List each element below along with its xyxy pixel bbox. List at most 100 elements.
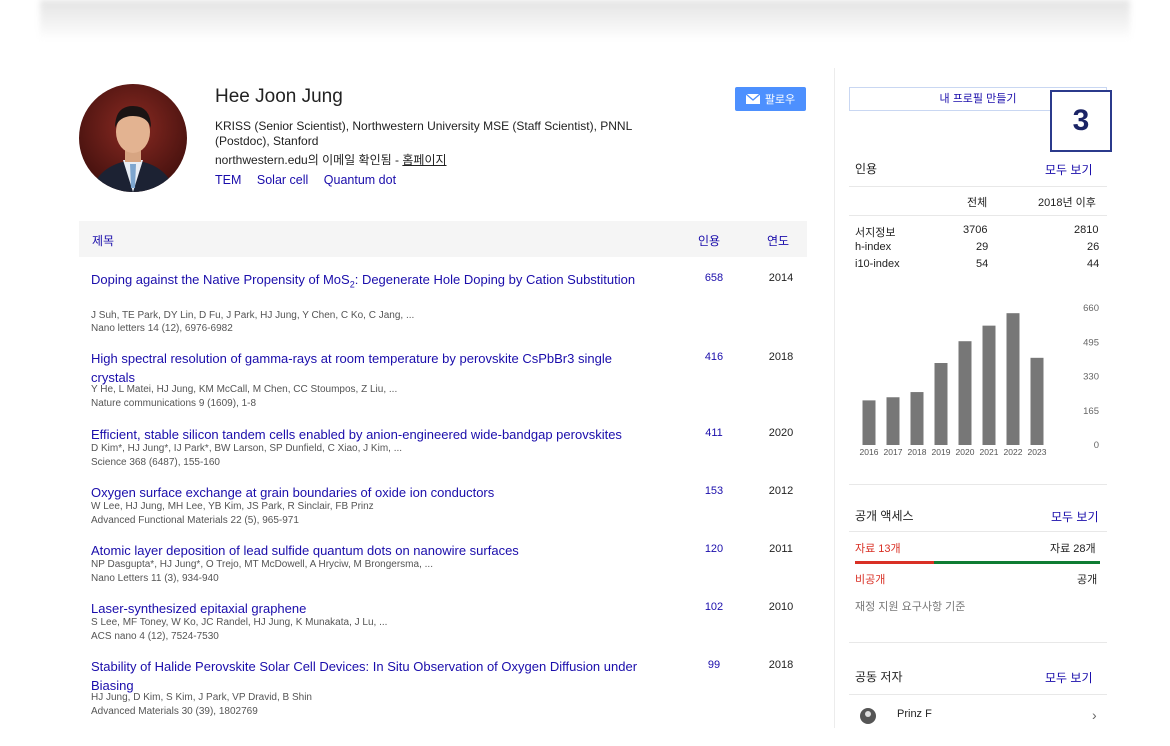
- x-tick-label: 2017: [884, 447, 903, 457]
- y-tick-label: 495: [1083, 337, 1099, 348]
- coauthor-item[interactable]: Prinz F ›: [855, 705, 1105, 725]
- blurred-top-banner: [40, 0, 1130, 40]
- divider: [849, 186, 1107, 187]
- sidebar-divider: [834, 68, 835, 728]
- oa-available-count: 자료 28개: [1050, 543, 1096, 555]
- follow-button[interactable]: 팔로우: [735, 87, 806, 111]
- verified-email: northwestern.edu의 이메일 확인됨: [215, 153, 392, 167]
- article-authors: Y He, L Matei, HJ Jung, KM McCall, M Che…: [91, 384, 398, 395]
- article-authors: J Suh, TE Park, DY Lin, D Fu, J Park, HJ…: [91, 310, 415, 321]
- chevron-right-icon: ›: [1092, 707, 1097, 723]
- x-tick-label: 2016: [860, 447, 879, 457]
- stat-since: 26: [1087, 241, 1100, 253]
- article-venue: Nano letters 14 (12), 6976-6982: [91, 323, 233, 334]
- article-year: 2020: [768, 427, 794, 439]
- coauthor-avatar-icon: [860, 708, 876, 724]
- email-separator: -: [391, 153, 403, 167]
- stat-label[interactable]: 서지정보: [855, 224, 895, 240]
- x-tick-label: 2021: [980, 447, 999, 457]
- article-title-link[interactable]: Efficient, stable silicon tandem cells e…: [91, 425, 691, 444]
- article-cites-link[interactable]: 153: [685, 485, 743, 497]
- article-authors: S Lee, MF Toney, W Ko, JC Randel, HJ Jun…: [91, 617, 388, 628]
- chart-bar-2017[interactable]: [886, 397, 900, 445]
- coauthors-title: 공동 저자: [855, 670, 903, 684]
- oa-not-public-label: 비공개: [855, 574, 886, 586]
- verified-email-line: northwestern.edu의 이메일 확인됨 - 홈페이지: [215, 151, 447, 168]
- article-cites-link[interactable]: 658: [685, 272, 743, 284]
- article-cites-link[interactable]: 411: [685, 427, 743, 439]
- article-venue: Science 368 (6487), 155-160: [91, 457, 220, 468]
- x-tick-label: 2019: [932, 447, 951, 457]
- article-cites-link[interactable]: 120: [685, 543, 743, 555]
- research-interests: TEM Solar cell Quantum dot: [215, 173, 408, 187]
- citations-see-all-link[interactable]: 모두 보기: [1045, 161, 1093, 178]
- article-cites-link[interactable]: 99: [685, 659, 743, 671]
- stat-all: 29: [976, 241, 989, 253]
- divider: [849, 215, 1107, 216]
- articles-table-header: 제목 인용 연도: [79, 221, 807, 257]
- article-authors: D Kim*, HJ Jung*, IJ Park*, BW Larson, S…: [91, 443, 403, 454]
- chart-bar-2021[interactable]: [982, 325, 996, 445]
- citations-bar-chart: 2016 2017 2018 2019 2020 2021 2022 2023 660 495 33…: [860, 303, 1099, 457]
- article-title-link[interactable]: Stability of Halide Perovskite Solar Cel…: [91, 657, 641, 695]
- article-year: 2012: [768, 485, 794, 497]
- x-tick-label: 2020: [956, 447, 975, 457]
- y-tick-label: 330: [1083, 372, 1099, 383]
- article-venue: Advanced Materials 30 (39), 1802769: [91, 706, 258, 717]
- article-title-link[interactable]: Laser-synthesized epitaxial graphene: [91, 599, 651, 618]
- chart-bar-2019[interactable]: [934, 363, 948, 445]
- divider: [849, 694, 1107, 695]
- divider: [849, 642, 1107, 643]
- x-tick-label: 2018: [908, 447, 927, 457]
- article-title-text: Doping against the Native Propensity of …: [91, 272, 350, 287]
- open-access-see-all-link[interactable]: 모두 보기: [1051, 508, 1099, 525]
- article-authors: NP Dasgupta*, HJ Jung*, O Trejo, MT McDo…: [91, 559, 433, 570]
- article-title-link[interactable]: High spectral resolution of gamma-rays a…: [91, 349, 651, 387]
- chart-bar-2023[interactable]: [1030, 357, 1044, 445]
- interest-link-quantum-dot[interactable]: Quantum dot: [324, 173, 396, 187]
- article-title-link[interactable]: Oxygen surface exchange at grain boundar…: [91, 483, 651, 502]
- stats-col-all: 전체: [967, 197, 988, 209]
- stat-label[interactable]: h-index: [855, 241, 891, 253]
- oa-available-bar: [934, 561, 1100, 564]
- oa-unavailable-count: 자료 13개: [855, 543, 901, 555]
- interest-link-tem[interactable]: TEM: [215, 173, 241, 187]
- stat-all: 54: [976, 258, 989, 270]
- oa-unavailable-bar: [855, 561, 934, 564]
- profile-affiliation: KRISS (Senior Scientist), Northwestern U…: [215, 119, 632, 148]
- envelope-icon: [745, 94, 760, 104]
- article-cites-link[interactable]: 102: [685, 601, 743, 613]
- article-year: 2011: [769, 543, 793, 555]
- chart-bar-2022[interactable]: [1006, 313, 1020, 445]
- oa-note: 재정 지원 요구사항 기준: [855, 601, 966, 613]
- article-cites-link[interactable]: 416: [685, 351, 743, 363]
- article-venue: Nano Letters 11 (3), 934-940: [91, 573, 219, 584]
- homepage-link[interactable]: 홈페이지: [402, 153, 446, 167]
- profile-photo: [79, 84, 187, 192]
- chart-bar-2018[interactable]: [910, 392, 924, 445]
- column-header-year[interactable]: 연도: [767, 232, 789, 249]
- column-header-cites[interactable]: 인용: [698, 232, 720, 249]
- article-venue: ACS nano 4 (12), 7524-7530: [91, 631, 219, 642]
- number-badge: 3: [1050, 90, 1112, 152]
- x-tick-label: 2023: [1028, 447, 1047, 457]
- article-title-link[interactable]: Atomic layer deposition of lead sulfide …: [91, 541, 651, 560]
- chart-bar-2016[interactable]: [862, 400, 876, 445]
- article-title-text-cont: : Degenerate Hole Doping by Cation Subst…: [354, 272, 636, 287]
- stats-col-since[interactable]: 2018년 이후: [1038, 194, 1096, 210]
- article-title-link[interactable]: Doping against the Native Propensity of …: [91, 270, 651, 295]
- follow-label: 팔로우: [764, 94, 796, 106]
- chart-bar-2020[interactable]: [958, 341, 972, 445]
- coauthors-see-all-link[interactable]: 모두 보기: [1045, 669, 1093, 686]
- open-access-title: 공개 액세스: [855, 509, 914, 523]
- article-authors: W Lee, HJ Jung, MH Lee, YB Kim, JS Park,…: [91, 501, 374, 512]
- x-tick-label: 2022: [1004, 447, 1023, 457]
- profile-name: Hee Joon Jung: [215, 86, 343, 107]
- stat-label[interactable]: i10-index: [855, 258, 900, 270]
- interest-link-solar-cell[interactable]: Solar cell: [257, 173, 308, 187]
- stat-all: 3706: [963, 224, 988, 236]
- y-tick-label: 660: [1083, 303, 1099, 314]
- stat-since: 2810: [1074, 224, 1099, 236]
- citations-title: 인용: [855, 162, 878, 176]
- column-header-title[interactable]: 제목: [92, 232, 114, 249]
